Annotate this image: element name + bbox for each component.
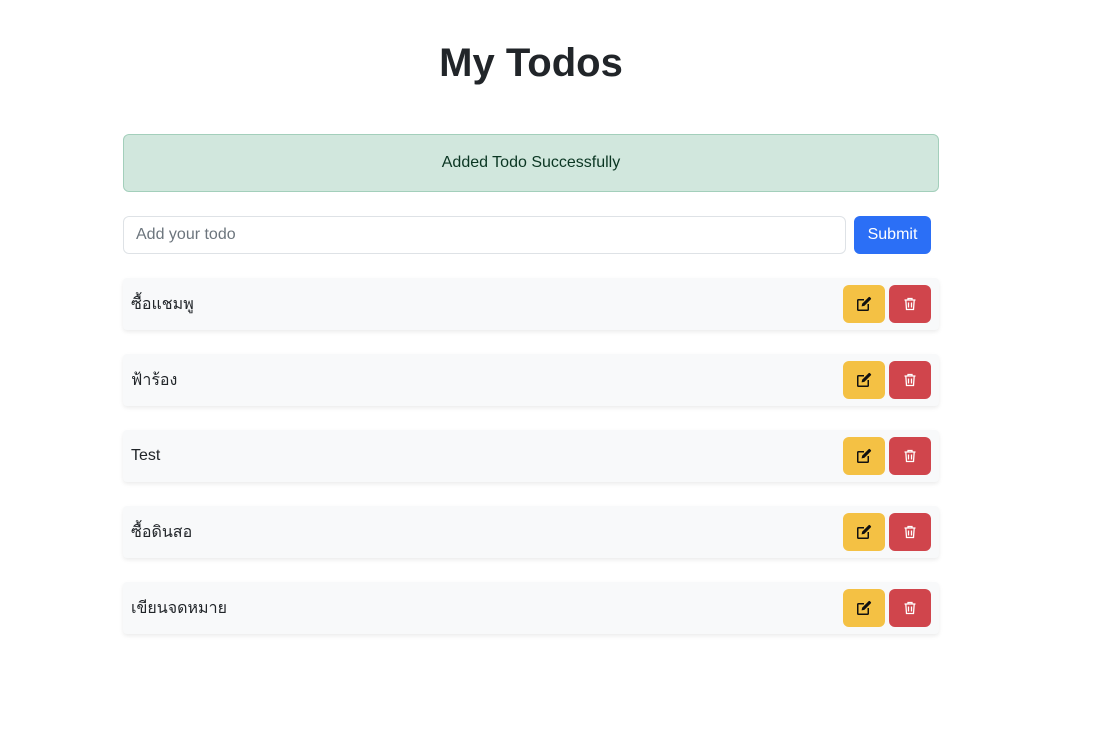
edit-button[interactable] <box>843 513 885 551</box>
delete-button[interactable] <box>889 361 931 399</box>
page: My Todos Added Todo Successfully Submit … <box>0 0 1099 752</box>
add-todo-form: Submit <box>123 216 931 254</box>
pencil-square-icon <box>856 600 872 616</box>
todo-text: ฟ้าร้อง <box>131 371 178 389</box>
trash-icon <box>902 448 918 464</box>
todo-actions <box>843 361 931 399</box>
page-title: My Todos <box>439 41 623 85</box>
delete-button[interactable] <box>889 589 931 627</box>
trash-icon <box>902 372 918 388</box>
delete-button[interactable] <box>889 285 931 323</box>
trash-icon <box>902 296 918 312</box>
todo-item: เขียนจดหมาย <box>123 582 939 634</box>
pencil-square-icon <box>856 372 872 388</box>
todo-actions <box>843 513 931 551</box>
edit-button[interactable] <box>843 437 885 475</box>
delete-button[interactable] <box>889 437 931 475</box>
todo-text: ซื้อแชมพู <box>131 295 194 313</box>
trash-icon <box>902 524 918 540</box>
delete-button[interactable] <box>889 513 931 551</box>
trash-icon <box>902 600 918 616</box>
todo-text: Test <box>131 447 161 464</box>
edit-button[interactable] <box>843 285 885 323</box>
todo-input[interactable] <box>123 216 846 254</box>
submit-button[interactable]: Submit <box>854 216 931 254</box>
todo-item: ซื้อดินสอ <box>123 506 939 558</box>
edit-button[interactable] <box>843 361 885 399</box>
todo-text: เขียนจดหมาย <box>131 599 227 617</box>
todo-actions <box>843 437 931 475</box>
todo-item: Test <box>123 430 939 482</box>
success-alert: Added Todo Successfully <box>123 134 939 192</box>
todo-actions <box>843 285 931 323</box>
pencil-square-icon <box>856 448 872 464</box>
todo-item: ซื้อแชมพู <box>123 278 939 330</box>
edit-button[interactable] <box>843 589 885 627</box>
todo-text: ซื้อดินสอ <box>131 523 193 541</box>
todo-list: ซื้อแชมพู ฟ้าร้อง Test ซื้อดินสอ เขียนจด… <box>123 278 939 658</box>
todo-item: ฟ้าร้อง <box>123 354 939 406</box>
pencil-square-icon <box>856 296 872 312</box>
todo-actions <box>843 589 931 627</box>
pencil-square-icon <box>856 524 872 540</box>
alert-message: Added Todo Successfully <box>441 154 621 171</box>
